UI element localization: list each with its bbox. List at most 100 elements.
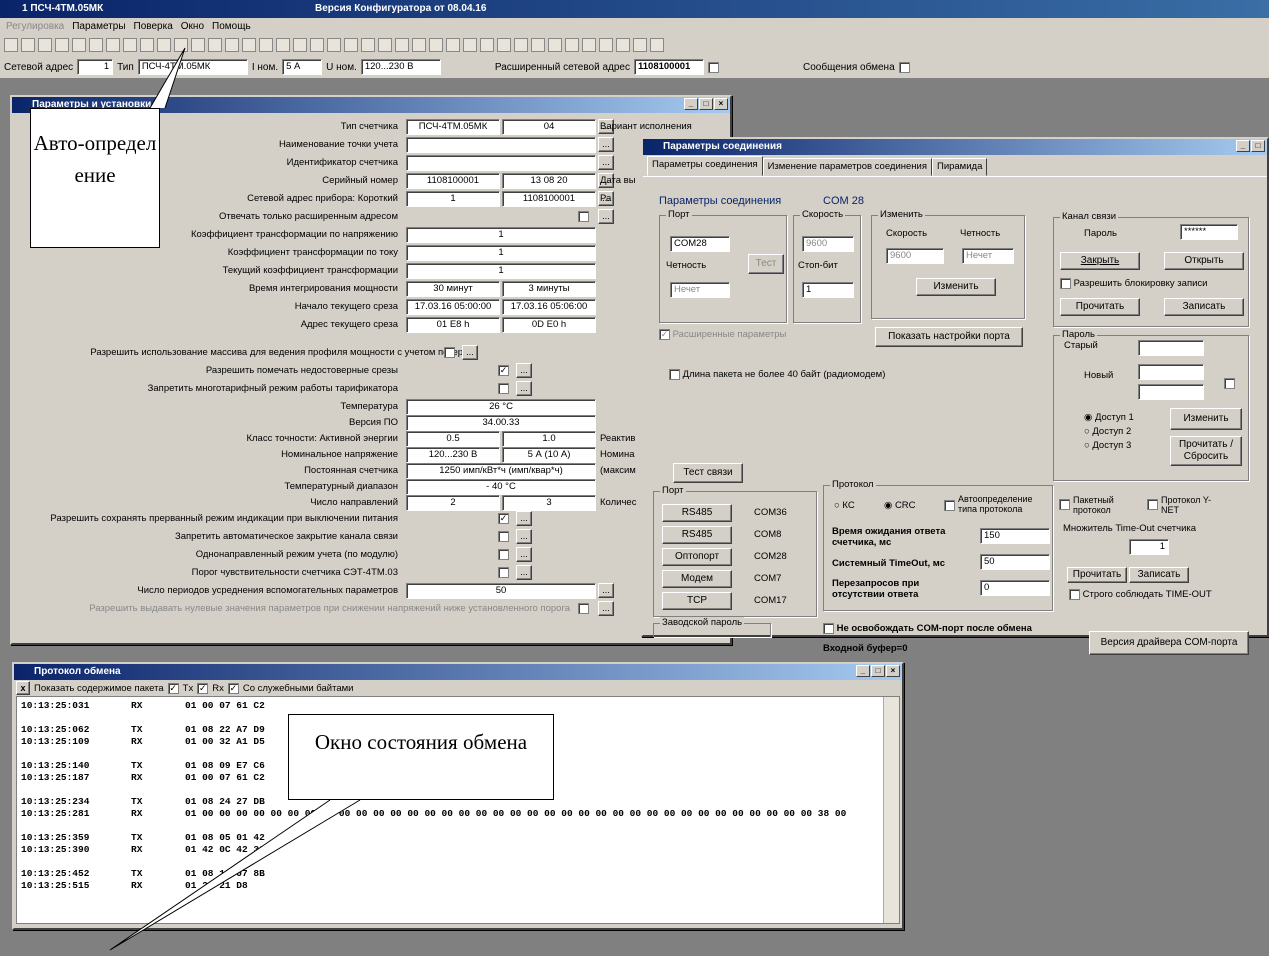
ellipsis-button[interactable]: ... [598, 209, 614, 224]
sys-timeout-input[interactable]: 50 [980, 554, 1050, 570]
log-clear-icon[interactable]: x [16, 681, 30, 695]
pwd-readreset-button[interactable]: Прочитать / Сбросить [1170, 436, 1242, 466]
ellipsis-button[interactable]: ... [516, 381, 532, 396]
param-value[interactable]: 1 [406, 245, 596, 261]
ext-address-checkbox[interactable] [708, 61, 719, 73]
sigma-icon[interactable] [497, 38, 511, 52]
access2-radio[interactable]: ○ Доступ 2 [1084, 426, 1131, 437]
lock-write-label[interactable]: Разрешить блокировку записи [1060, 278, 1207, 289]
book-icon[interactable] [514, 38, 528, 52]
param-value[interactable]: 1 [406, 263, 596, 279]
param-value-2[interactable]: 0D E0 h [502, 317, 596, 333]
ynet-checkbox[interactable] [1147, 499, 1158, 510]
ellipsis-button[interactable]: ... [598, 601, 614, 616]
avg-periods-input[interactable]: 50 [406, 583, 596, 599]
ext-params-checkbox[interactable]: ✓ [659, 329, 670, 340]
access3-radio[interactable]: ○ Доступ 3 [1084, 440, 1131, 451]
ellipsis-button[interactable]: ... [516, 565, 532, 580]
ellipsis-button[interactable]: ... [598, 137, 614, 152]
ch-speed-select[interactable]: 9600 [886, 248, 944, 264]
show-packet-checkbox[interactable]: ✓ [167, 682, 179, 694]
close-icon[interactable]: × [714, 98, 728, 110]
tool5-icon[interactable] [633, 38, 647, 52]
maximize-icon[interactable]: □ [699, 98, 713, 110]
pwd-change-button[interactable]: Изменить [1170, 408, 1242, 430]
close-channel-button[interactable]: Закрыть [1060, 252, 1140, 270]
proto-read-button[interactable]: Прочитать [1067, 567, 1127, 583]
svc-checkbox[interactable]: ✓ [227, 682, 239, 694]
parity-select[interactable]: Нечет [670, 282, 730, 298]
list-icon[interactable] [293, 38, 307, 52]
clock-icon[interactable] [174, 38, 188, 52]
packet40-checkbox-label[interactable]: Длина пакета не более 40 байт (радиомоде… [669, 369, 885, 380]
timer-icon[interactable] [412, 38, 426, 52]
ellipsis-button[interactable]: ... [516, 529, 532, 544]
tool3-icon[interactable] [599, 38, 613, 52]
check-icon[interactable] [327, 38, 341, 52]
param-checkbox[interactable] [498, 549, 509, 560]
param-checkbox[interactable] [444, 347, 455, 358]
copy-icon[interactable] [72, 38, 86, 52]
gear-icon[interactable] [565, 38, 579, 52]
settings-icon[interactable] [395, 38, 409, 52]
new-pwd-input[interactable] [1138, 364, 1204, 380]
minimize-icon[interactable]: _ [1236, 140, 1250, 152]
driver-version-button[interactable]: Версия драйвера COM-порта [1089, 631, 1249, 655]
save-icon[interactable] [38, 38, 52, 52]
channel-write-button[interactable]: Записать [1164, 298, 1244, 316]
port-button[interactable]: Оптопорт [662, 548, 732, 566]
ellipsis-button[interactable]: ... [598, 583, 614, 598]
key-icon[interactable] [548, 38, 562, 52]
ext-address-input[interactable]: 1108100001 [634, 59, 704, 75]
port-select[interactable]: COM28 [670, 236, 730, 252]
net-address-input[interactable]: 1 [77, 59, 114, 75]
change-button[interactable]: Изменить [916, 278, 996, 296]
param-value-2[interactable]: 3 [502, 495, 596, 511]
access1-radio[interactable]: ◉ Доступ 1 [1084, 412, 1134, 423]
param-value-2[interactable]: 04 [502, 119, 596, 135]
param-value-2[interactable]: 17.03.16 05:06:00 [502, 299, 596, 315]
param-value[interactable] [406, 155, 596, 171]
ellipsis-button[interactable]: ... [462, 345, 478, 360]
ellipsis-button[interactable]: ... [516, 511, 532, 526]
multiplier-input[interactable]: 1 [1129, 539, 1169, 555]
info-icon[interactable] [276, 38, 290, 52]
param-checkbox[interactable] [498, 383, 509, 394]
open-icon[interactable] [21, 38, 35, 52]
tx-checkbox[interactable]: ✓ [197, 682, 209, 694]
menu-item[interactable]: Регулировка [6, 21, 64, 32]
messages-checkbox[interactable] [898, 61, 910, 73]
param-value-2[interactable]: 1.0 [502, 431, 596, 447]
param-value[interactable]: 1 [406, 227, 596, 243]
param-value-2[interactable]: 5 А (10 А) [502, 447, 596, 463]
monitor-icon[interactable] [344, 38, 358, 52]
calc-icon[interactable] [123, 38, 137, 52]
lock-write-checkbox[interactable] [1060, 278, 1071, 289]
tab-change-params[interactable]: Изменение параметров соединения [762, 158, 932, 176]
param-value[interactable]: 1108100001 [406, 173, 500, 189]
tab-connection-params[interactable]: Параметры соединения [647, 156, 763, 176]
param-value[interactable]: - 40 °С [406, 479, 596, 495]
log-scrollbar[interactable] [883, 697, 899, 923]
param-checkbox[interactable] [498, 531, 509, 542]
param-value[interactable]: 1250 имп/кВт*ч (имп/квар*ч) [406, 463, 596, 479]
param-value-2[interactable]: 13 08 20 [502, 173, 596, 189]
open-channel-button[interactable]: Открыть [1164, 252, 1244, 270]
ext-params-checkbox-label[interactable]: ✓ Расширенные параметры [659, 329, 786, 340]
port-button[interactable]: RS485 [662, 526, 732, 544]
wait-input[interactable]: 150 [980, 528, 1050, 544]
phone-icon[interactable] [429, 38, 443, 52]
flag2-icon[interactable] [463, 38, 477, 52]
param-value[interactable]: ПСЧ-4ТМ.05МК [406, 119, 500, 135]
chart-icon[interactable] [157, 38, 171, 52]
close-icon[interactable] [140, 38, 154, 52]
shield-icon[interactable] [531, 38, 545, 52]
menu-item[interactable]: Поверка [134, 21, 173, 32]
port-button[interactable]: TCP [662, 592, 732, 610]
no-release-label[interactable]: Не освобождать COM-порт после обмена [823, 623, 1032, 634]
param-value-2[interactable]: 3 минуты [502, 281, 596, 297]
paste-icon[interactable] [106, 38, 120, 52]
param-value[interactable]: 01 E8 h [406, 317, 500, 333]
close-icon[interactable]: × [886, 665, 900, 677]
port-button[interactable]: RS485 [662, 504, 732, 522]
